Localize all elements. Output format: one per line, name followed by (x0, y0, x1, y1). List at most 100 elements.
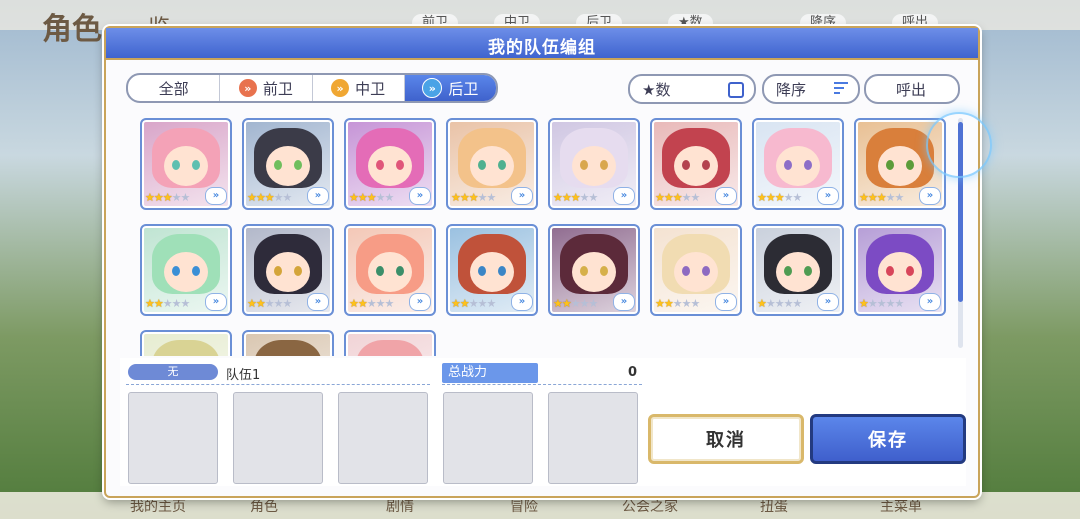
character-eye (192, 160, 200, 170)
character-face (674, 252, 718, 292)
star-icon: ★ (162, 191, 173, 204)
character-card[interactable]: ★★★★★» (650, 224, 742, 316)
character-card[interactable]: ★★★★★» (446, 224, 538, 316)
character-face (776, 146, 820, 186)
character-face (164, 252, 208, 292)
star-rating: ★★★★★ (859, 297, 905, 310)
star-rating: ★★★★★ (145, 191, 190, 204)
star-icon: ★ (885, 297, 896, 310)
character-face (266, 252, 310, 292)
position-chevron-icon: » (409, 187, 431, 205)
star-icon: ★ (486, 191, 497, 204)
character-eye (600, 160, 608, 170)
star-icon: ★ (894, 191, 905, 204)
star-rating: ★★★★★ (349, 297, 394, 310)
position-filter-tabs: 全部 » 前卫 » 中卫 » 后卫 (126, 73, 498, 103)
character-card[interactable]: ★★★★★» (752, 118, 844, 210)
character-eye (804, 160, 812, 170)
star-icon: ★ (468, 297, 479, 310)
star-icon: ★ (792, 191, 803, 204)
character-eye (274, 160, 282, 170)
star-icon: ★ (180, 297, 191, 310)
character-card[interactable]: ★★★★★» (344, 224, 436, 316)
tab-front[interactable]: » 前卫 (220, 75, 313, 101)
star-icon: ★ (655, 297, 665, 310)
star-icon: ★ (672, 191, 683, 204)
character-card[interactable]: ★★★★★» (140, 224, 232, 316)
character-card[interactable] (242, 330, 334, 356)
character-face (878, 146, 922, 186)
party-slot[interactable] (443, 392, 533, 484)
star-rating: ★★★★★ (145, 297, 191, 310)
star-icon: ★ (153, 191, 164, 204)
dialog-header: 我的队伍编组 (106, 28, 978, 60)
party-slot[interactable] (548, 392, 638, 484)
character-card[interactable]: ★★★★★» (650, 118, 742, 210)
back-role-icon: » (422, 78, 443, 98)
star-icon: ★ (357, 191, 368, 204)
star-icon: ★ (867, 191, 878, 204)
character-eye (580, 160, 588, 170)
character-card[interactable]: ★★★★★» (548, 118, 640, 210)
sort-stars-button[interactable]: ★数 (628, 74, 756, 104)
tab-back[interactable]: » 后卫 (404, 75, 496, 101)
cancel-button[interactable]: 取消 (648, 414, 804, 464)
character-eye (906, 266, 914, 276)
total-power-value: 0 (628, 365, 638, 380)
star-icon: ★ (451, 297, 461, 310)
star-icon: ★ (757, 297, 767, 310)
star-icon: ★ (264, 191, 275, 204)
character-card[interactable]: ★★★★★» (242, 224, 334, 316)
character-eye (804, 266, 812, 276)
character-card[interactable]: ★★★★★ » (854, 224, 946, 316)
star-icon: ★ (561, 191, 572, 204)
position-chevron-icon: » (919, 293, 941, 311)
star-icon: ★ (681, 191, 692, 204)
tab-all[interactable]: 全部 (128, 75, 221, 101)
tab-mid[interactable]: » 中卫 (313, 75, 405, 101)
tab-back-label: 后卫 (448, 79, 479, 98)
star-icon: ★ (859, 191, 869, 204)
character-eye (702, 266, 710, 276)
character-card[interactable]: ★★★★★» (446, 118, 538, 210)
position-chevron-icon: » (511, 293, 533, 311)
star-icon: ★ (375, 191, 386, 204)
call-button[interactable]: 呼出 (864, 74, 960, 104)
nav-guild: 公会之家 (622, 499, 678, 515)
star-icon: ★ (486, 297, 497, 310)
character-card[interactable]: ★★★★★» (548, 224, 640, 316)
character-face (368, 146, 412, 186)
character-card[interactable]: ★★★★★» (752, 224, 844, 316)
dialog-title: 我的队伍编组 (488, 38, 596, 58)
character-card[interactable]: ★★★★★» (344, 118, 436, 210)
party-slot[interactable] (233, 392, 323, 484)
character-card[interactable]: ★★★★★» (242, 118, 334, 210)
star-icon: ★ (765, 191, 776, 204)
star-icon: ★ (247, 191, 257, 204)
mid-role-icon: » (331, 79, 350, 97)
star-icon: ★ (459, 297, 470, 310)
star-rating: ★★★★★ (451, 191, 497, 204)
star-icon: ★ (681, 297, 692, 310)
star-icon: ★ (282, 297, 293, 310)
star-rating: ★★★★★ (247, 297, 293, 310)
character-card[interactable] (140, 330, 232, 356)
party-slot[interactable] (338, 392, 428, 484)
sort-order-button[interactable]: 降序 (762, 74, 860, 104)
star-icon: ★ (366, 297, 377, 310)
character-face (164, 146, 208, 186)
save-button[interactable]: 保存 (810, 414, 966, 464)
tab-all-label: 全部 (158, 79, 189, 98)
character-eye (172, 266, 180, 276)
character-card[interactable] (344, 330, 436, 356)
character-eye (600, 266, 608, 276)
star-icon: ★ (783, 297, 794, 310)
star-icon: ★ (876, 191, 887, 204)
star-icon: ★ (894, 297, 905, 310)
character-hair (254, 340, 322, 356)
nav-story: 剧情 (386, 499, 414, 515)
party-slot[interactable] (128, 392, 218, 484)
character-card[interactable]: ★★★★★» (140, 118, 232, 210)
character-eye (192, 266, 200, 276)
star-icon: ★ (247, 297, 257, 310)
